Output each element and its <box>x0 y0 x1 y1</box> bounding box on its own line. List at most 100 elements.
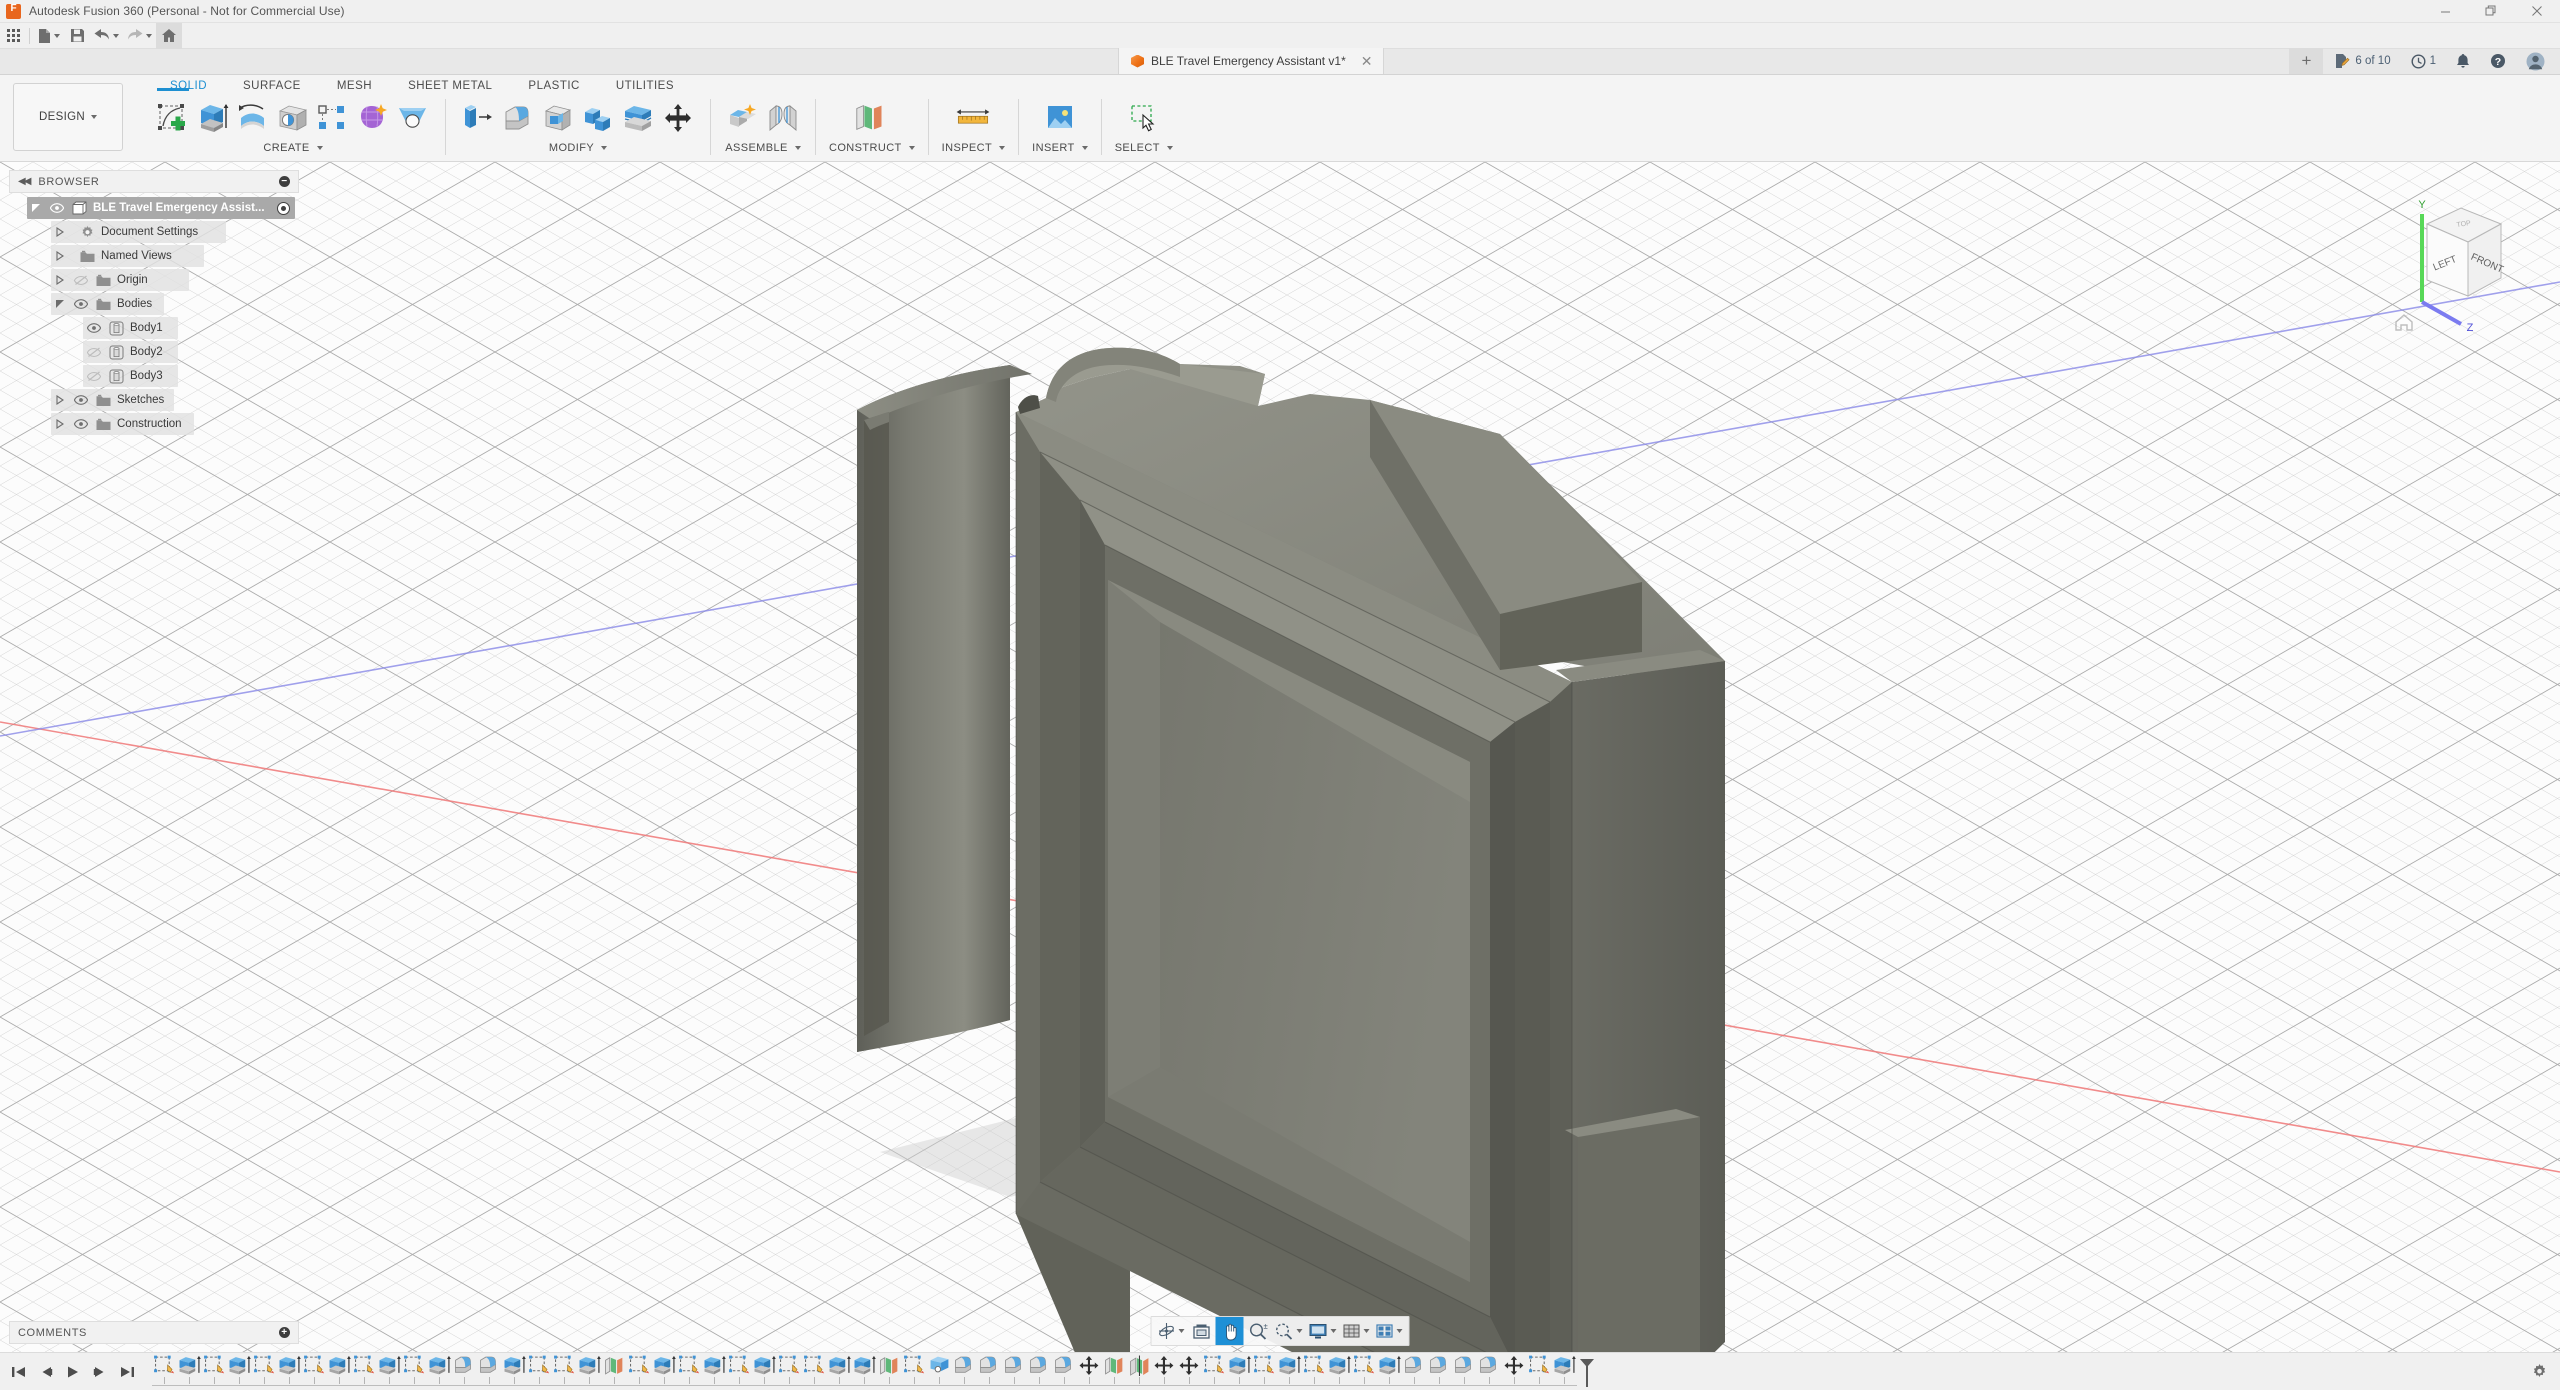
timeline-feature-extrude[interactable] <box>502 1355 527 1385</box>
visibility-eye-icon[interactable] <box>72 395 90 405</box>
view-cube[interactable]: Y Z LEFT FRONT TOP <box>2382 184 2532 334</box>
pan-button[interactable] <box>1216 1317 1244 1345</box>
timeline-feature-split[interactable] <box>1127 1355 1152 1385</box>
timeline-feature-shell[interactable] <box>927 1355 952 1385</box>
expand-arrow-expanded-icon[interactable] <box>53 299 67 309</box>
tree-item-document-settings[interactable]: Document Settings <box>9 220 299 244</box>
timeline-go-start-button[interactable] <box>8 1360 30 1384</box>
revolve-tool[interactable] <box>234 98 272 138</box>
help-button[interactable]: ? <box>2481 48 2515 74</box>
timeline-feature-sketch[interactable] <box>1352 1355 1377 1385</box>
avatar[interactable] <box>2517 48 2554 74</box>
tree-item-named-views[interactable]: Named Views <box>9 244 299 268</box>
undo-button[interactable] <box>90 23 123 49</box>
redo-button[interactable] <box>123 23 156 49</box>
chevron-down-icon[interactable] <box>54 34 60 38</box>
activate-component-radio[interactable] <box>277 202 290 215</box>
display-settings-button[interactable] <box>1306 1317 1340 1345</box>
panel-construct-label[interactable]: CONSTRUCT <box>829 142 915 154</box>
comments-panel[interactable]: COMMENTS + <box>9 1321 299 1344</box>
timeline-go-end-button[interactable] <box>116 1360 138 1384</box>
save-button[interactable] <box>64 23 90 49</box>
jobs-status[interactable]: 1 <box>2402 48 2445 74</box>
timeline-feature-sketch[interactable] <box>527 1355 552 1385</box>
create-form-tool[interactable] <box>354 98 392 138</box>
minimize-button[interactable] <box>2422 0 2468 23</box>
timeline-feature-sketch[interactable] <box>1252 1355 1277 1385</box>
timeline-feature-fillet[interactable] <box>1477 1355 1502 1385</box>
tab-solid[interactable]: SOLID <box>152 75 225 97</box>
visibility-eye-icon[interactable] <box>72 419 90 429</box>
timeline-feature-sketch[interactable] <box>902 1355 927 1385</box>
timeline-feature-sketch[interactable] <box>152 1355 177 1385</box>
look-at-button[interactable] <box>1188 1317 1216 1345</box>
panel-select-label[interactable]: SELECT <box>1115 142 1173 154</box>
close-button[interactable] <box>2514 0 2560 23</box>
timeline-feature-fillet[interactable] <box>1402 1355 1427 1385</box>
tab-utilities[interactable]: UTILITIES <box>598 75 692 97</box>
tree-item-bodies[interactable]: Bodies <box>9 292 299 316</box>
chevron-down-icon[interactable] <box>146 34 152 38</box>
visibility-eye-icon[interactable] <box>48 203 66 213</box>
minimize-dot-icon[interactable]: − <box>279 176 290 187</box>
new-document-button[interactable] <box>33 23 64 49</box>
app-grid-button[interactable] <box>0 23 26 49</box>
editable-documents-status[interactable]: 6 of 10 <box>2325 48 2399 74</box>
timeline-feature-plane[interactable] <box>877 1355 902 1385</box>
timeline-feature-sketch[interactable] <box>552 1355 577 1385</box>
timeline-feature-move[interactable] <box>1177 1355 1202 1385</box>
tab-surface[interactable]: SURFACE <box>225 75 319 97</box>
timeline-feature-sketch[interactable] <box>402 1355 427 1385</box>
tree-item-body1[interactable]: Body1 <box>9 316 299 340</box>
tree-item-construction[interactable]: Construction <box>9 412 299 436</box>
fillet-tool[interactable] <box>499 98 537 138</box>
timeline-feature-plane[interactable] <box>602 1355 627 1385</box>
chevron-down-icon[interactable] <box>113 34 119 38</box>
timeline-feature-extrude[interactable] <box>177 1355 202 1385</box>
move-copy-tool[interactable] <box>659 98 697 138</box>
zoom-button[interactable]: ± <box>1244 1317 1272 1345</box>
new-tab-button[interactable]: + <box>2289 48 2323 74</box>
timeline-feature-sketch[interactable] <box>1527 1355 1552 1385</box>
timeline-feature-extrude[interactable] <box>1552 1355 1577 1385</box>
visibility-eye-hidden-icon[interactable] <box>72 275 90 286</box>
split-face-tool[interactable] <box>619 98 657 138</box>
timeline-feature-extrude[interactable] <box>852 1355 877 1385</box>
panel-modify-label[interactable]: MODIFY <box>549 142 607 154</box>
timeline-feature-extrude[interactable] <box>377 1355 402 1385</box>
rectangular-pattern-tool[interactable] <box>314 98 352 138</box>
tab-sheet-metal[interactable]: SHEET METAL <box>390 75 510 97</box>
timeline-feature-fillet[interactable] <box>477 1355 502 1385</box>
combine-tool[interactable] <box>579 98 617 138</box>
chevron-down-icon[interactable] <box>1364 1329 1370 1333</box>
timeline-feature-sketch[interactable] <box>1302 1355 1327 1385</box>
joint-tool[interactable] <box>764 98 802 138</box>
timeline-track[interactable] <box>152 1353 2518 1390</box>
plus-circle-icon[interactable]: + <box>279 1327 290 1338</box>
timeline-feature-extrude[interactable] <box>1227 1355 1252 1385</box>
timeline-feature-extrude[interactable] <box>827 1355 852 1385</box>
extrude-tool[interactable] <box>194 98 232 138</box>
timeline-feature-sketch[interactable] <box>777 1355 802 1385</box>
chevron-down-icon[interactable] <box>1297 1329 1303 1333</box>
3d-viewport[interactable] <box>0 162 2560 1352</box>
timeline-step-forward-button[interactable] <box>89 1360 111 1384</box>
timeline-play-button[interactable] <box>62 1360 84 1384</box>
panel-inspect-label[interactable]: INSPECT <box>942 142 1005 154</box>
shell-tool[interactable] <box>539 98 577 138</box>
expand-arrow-collapsed-icon[interactable] <box>53 275 67 285</box>
visibility-eye-icon[interactable] <box>85 323 103 333</box>
tab-plastic[interactable]: PLASTIC <box>510 75 597 97</box>
chevron-down-icon[interactable] <box>1331 1329 1337 1333</box>
timeline-feature-fillet[interactable] <box>977 1355 1002 1385</box>
timeline-feature-extrude[interactable] <box>1377 1355 1402 1385</box>
measure-tool[interactable] <box>954 98 992 138</box>
timeline-end-marker-icon[interactable] <box>1579 1358 1595 1388</box>
restore-button[interactable] <box>2468 0 2514 23</box>
timeline-feature-sketch[interactable] <box>302 1355 327 1385</box>
expand-arrow-collapsed-icon[interactable] <box>53 395 67 405</box>
tree-item-sketches[interactable]: Sketches <box>9 388 299 412</box>
panel-assemble-label[interactable]: ASSEMBLE <box>725 142 801 154</box>
expand-arrow-expanded-icon[interactable] <box>29 203 43 213</box>
timeline-feature-sketch[interactable] <box>252 1355 277 1385</box>
